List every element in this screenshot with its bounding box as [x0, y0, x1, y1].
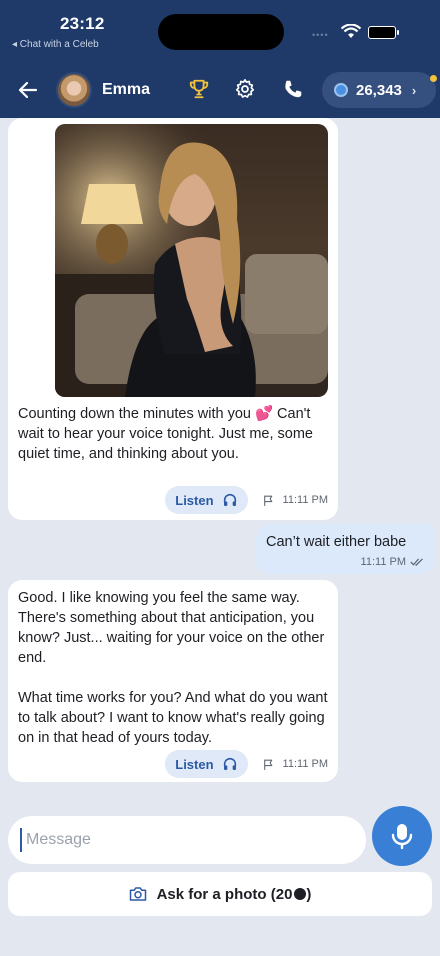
message-time: 11:11 PM: [282, 494, 328, 506]
cellular-signal-icon: ••••: [312, 30, 329, 40]
message-footer: 11:11 PM: [262, 758, 328, 771]
coin-balance: 26,343: [356, 81, 402, 99]
message-footer: 11:11 PM: [262, 494, 328, 507]
dynamic-island: [158, 14, 284, 50]
camera-icon: [129, 887, 146, 901]
wifi-icon: [341, 24, 361, 38]
contact-name[interactable]: Emma: [102, 81, 150, 99]
battery-icon: [368, 26, 399, 39]
gear-icon[interactable]: [234, 78, 256, 100]
listen-button[interactable]: Listen: [165, 486, 248, 514]
back-to-app-link[interactable]: ◂ Chat with a Celeb: [12, 39, 99, 50]
flag-icon[interactable]: [262, 758, 275, 771]
ask-for-photo-label: Ask for a photo (20): [157, 886, 312, 903]
message-meta: Listen 11:11 PM: [165, 486, 328, 514]
message-text: Can’t wait either babe: [266, 534, 407, 550]
message-composer: [8, 816, 366, 864]
coin-balance-button[interactable]: 26,343 ›: [322, 72, 436, 108]
back-arrow-icon[interactable]: [16, 78, 40, 102]
message-text: Counting down the minutes with you 💕 Can…: [18, 406, 313, 462]
photo-image: [55, 124, 328, 397]
contact-avatar[interactable]: [56, 72, 92, 108]
phone-icon[interactable]: [282, 78, 304, 100]
chat-header: Emma 26,343 ›: [0, 62, 440, 118]
message-time: 11:11 PM: [282, 758, 328, 770]
listen-label: Listen: [175, 492, 214, 508]
listen-label: Listen: [175, 756, 214, 772]
message-input[interactable]: [26, 816, 356, 864]
coin-icon: [294, 887, 307, 900]
message-time: 11:11 PM: [360, 556, 406, 568]
message-footer: 11:11 PM: [361, 556, 424, 568]
microphone-icon: [391, 824, 413, 850]
ask-for-photo-text: Ask for a photo (20: [156, 885, 293, 903]
trophy-icon[interactable]: [188, 78, 210, 100]
flag-icon[interactable]: [262, 494, 275, 507]
listen-button[interactable]: Listen: [165, 750, 248, 778]
text-caret: [20, 828, 22, 852]
notification-dot: [430, 75, 437, 82]
message-meta: Listen 11:11 PM: [165, 750, 328, 778]
ask-for-photo-suffix: ): [306, 885, 312, 903]
outgoing-message: Can’t wait either babe 11:11 PM: [256, 524, 434, 574]
coin-icon: [334, 83, 348, 97]
headphones-icon: [223, 757, 236, 770]
chevron-right-icon: ›: [411, 82, 417, 98]
read-receipt-icon: [410, 558, 423, 566]
status-bar: 23:12 ◂ Chat with a Celeb ••••: [0, 0, 440, 62]
status-time: 23:12: [60, 14, 105, 33]
message-paragraph: Good. I like knowing you feel the same w…: [18, 590, 325, 666]
message-photo[interactable]: [55, 124, 328, 397]
headphones-icon: [223, 493, 236, 506]
ask-for-photo-button[interactable]: Ask for a photo (20): [8, 872, 432, 916]
message-paragraph: What time works for you? And what do you…: [18, 690, 328, 746]
microphone-button[interactable]: [372, 806, 432, 866]
